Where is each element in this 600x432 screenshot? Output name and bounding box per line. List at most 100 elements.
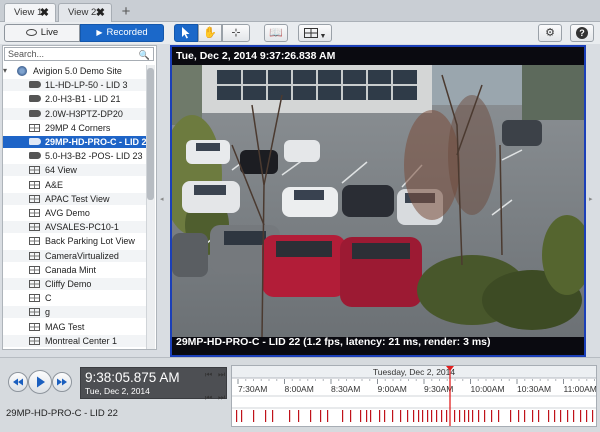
motion-event-mark[interactable] [498, 410, 500, 422]
jump-start-icon[interactable]: ⏮ [205, 393, 212, 403]
motion-event-mark[interactable] [384, 410, 386, 422]
layout-button[interactable]: ▼ [298, 24, 332, 42]
motion-event-mark[interactable] [532, 410, 534, 422]
tree-item[interactable]: 5.0-H3-B2 -POS- LID 23 [3, 150, 146, 162]
tree-item[interactable]: Montreal Center 1 [3, 334, 146, 347]
step-back-button[interactable] [8, 372, 28, 392]
tab-view-1[interactable]: View 1 ✖ [4, 3, 56, 23]
motion-event-mark[interactable] [459, 410, 461, 422]
timeline[interactable]: Tuesday, Dec 2, 2014 7:30AM 8:00AM 8:30AM 9… [231, 365, 597, 427]
tree-item[interactable]: 2.0W-H3PTZ-DP20 [3, 107, 146, 120]
ptz-tool-button[interactable]: ⊹ [222, 24, 250, 42]
tree-item[interactable]: g [3, 306, 146, 319]
motion-event-mark[interactable] [484, 410, 486, 422]
settings-button[interactable]: ⚙ [538, 24, 562, 42]
motion-event-mark[interactable] [407, 410, 409, 422]
tree-item[interactable]: 29MP 4 Corners [3, 122, 146, 134]
motion-event-mark[interactable] [236, 410, 238, 422]
motion-event-mark[interactable] [586, 410, 588, 422]
tree-item[interactable]: AVG Demo [3, 207, 146, 219]
motion-event-mark[interactable] [464, 410, 466, 422]
motion-event-mark[interactable] [436, 410, 438, 422]
motion-event-mark[interactable] [580, 410, 582, 422]
motion-event-mark[interactable] [272, 410, 274, 422]
camera-image[interactable] [172, 65, 584, 337]
motion-event-mark[interactable] [573, 410, 575, 422]
motion-event-mark[interactable] [400, 410, 402, 422]
search-input[interactable]: Search... 🔍 [4, 47, 154, 61]
jump-end-icon[interactable]: ⏭ [218, 370, 225, 380]
tree-item[interactable]: AVSALES-PC10-1 [3, 221, 146, 234]
play-button[interactable] [28, 370, 52, 394]
motion-event-mark[interactable] [289, 410, 291, 422]
jump-start-icon[interactable]: ⏮ [205, 370, 212, 380]
motion-event-mark[interactable] [360, 410, 362, 422]
motion-event-mark[interactable] [427, 410, 429, 422]
motion-event-mark[interactable] [554, 410, 556, 422]
motion-event-mark[interactable] [548, 410, 550, 422]
motion-event-mark[interactable] [468, 410, 470, 422]
close-icon[interactable]: ✖ [96, 6, 105, 19]
motion-event-mark[interactable] [472, 410, 474, 422]
motion-event-mark[interactable] [392, 410, 394, 422]
motion-event-mark[interactable] [454, 410, 456, 422]
tree-scrollbar-thumb[interactable] [147, 68, 154, 200]
tree-item[interactable]: Cliffy Demo [3, 278, 146, 290]
tree-item[interactable]: MAG Test [3, 321, 146, 333]
motion-event-mark[interactable] [418, 410, 420, 422]
motion-event-mark[interactable] [478, 410, 480, 422]
motion-event-mark[interactable] [446, 410, 448, 422]
motion-event-mark[interactable] [310, 410, 312, 422]
tab-view-2[interactable]: View 2 ✖ [58, 3, 112, 22]
help-button[interactable]: ? [570, 24, 594, 42]
motion-event-mark[interactable] [560, 410, 562, 422]
motion-event-mark[interactable] [366, 410, 368, 422]
tree-item[interactable]: Canada Mint [3, 264, 146, 276]
close-icon[interactable]: ✖ [40, 6, 49, 19]
tree-item[interactable]: APAC Test View [3, 192, 146, 205]
tree-item[interactable]: CameraVirtualized [3, 249, 146, 262]
motion-event-mark[interactable] [350, 410, 352, 422]
motion-event-mark[interactable] [379, 410, 381, 422]
tree-item[interactable]: Back Parking Lot View [3, 235, 146, 247]
tree-item[interactable]: 2.0-H3-B1 - LID 21 [3, 93, 146, 105]
motion-event-mark[interactable] [298, 410, 300, 422]
motion-event-mark[interactable] [327, 410, 329, 422]
motion-event-mark[interactable] [441, 410, 443, 422]
motion-event-mark[interactable] [431, 410, 433, 422]
motion-event-mark[interactable] [592, 410, 594, 422]
motion-event-mark[interactable] [567, 410, 569, 422]
live-button[interactable]: Live [4, 24, 80, 42]
tree-item[interactable]: 29MP-HD-PRO-C - LID 22 [3, 136, 146, 148]
motion-event-mark[interactable] [538, 410, 540, 422]
search-icon[interactable]: 🔍 [139, 49, 150, 61]
add-tab-button[interactable]: + [116, 3, 136, 21]
select-tool-button[interactable] [174, 24, 198, 42]
jump-end-icon[interactable]: ⏭ [218, 393, 225, 403]
motion-event-mark[interactable] [524, 410, 526, 422]
tree-item[interactable]: C [3, 292, 146, 304]
bookmark-button[interactable]: 📖 [264, 24, 288, 42]
motion-event-mark[interactable] [491, 410, 493, 422]
tree-item[interactable]: A&E [3, 179, 146, 191]
recorded-button[interactable]: ▶ Recorded [80, 24, 164, 42]
motion-event-mark[interactable] [370, 410, 372, 422]
motion-event-mark[interactable] [241, 410, 243, 422]
motion-event-mark[interactable] [422, 410, 424, 422]
pan-tool-button[interactable]: ✋ [198, 24, 222, 42]
timeline-chart[interactable]: Tuesday, Dec 2, 2014 7:30AM 8:00AM 8:30AM 9… [232, 366, 597, 426]
motion-event-mark[interactable] [253, 410, 255, 422]
step-forward-button[interactable] [52, 372, 72, 392]
collapse-left-handle[interactable]: ◂ [160, 195, 164, 203]
tree-item[interactable]: 1L-HD-LP-50 - LID 3 [3, 79, 146, 92]
tree-item[interactable]: ▾ Avigion 5.0 Demo Site [3, 65, 146, 77]
tree-item[interactable]: 64 View [3, 164, 146, 177]
collapse-right-handle[interactable]: ▸ [589, 195, 593, 203]
motion-event-mark[interactable] [265, 410, 267, 422]
motion-event-mark[interactable] [510, 410, 512, 422]
motion-event-mark[interactable] [342, 410, 344, 422]
motion-event-mark[interactable] [413, 410, 415, 422]
motion-event-mark[interactable] [320, 410, 322, 422]
expand-arrow-icon[interactable]: ▾ [3, 65, 7, 77]
motion-event-mark[interactable] [518, 410, 520, 422]
